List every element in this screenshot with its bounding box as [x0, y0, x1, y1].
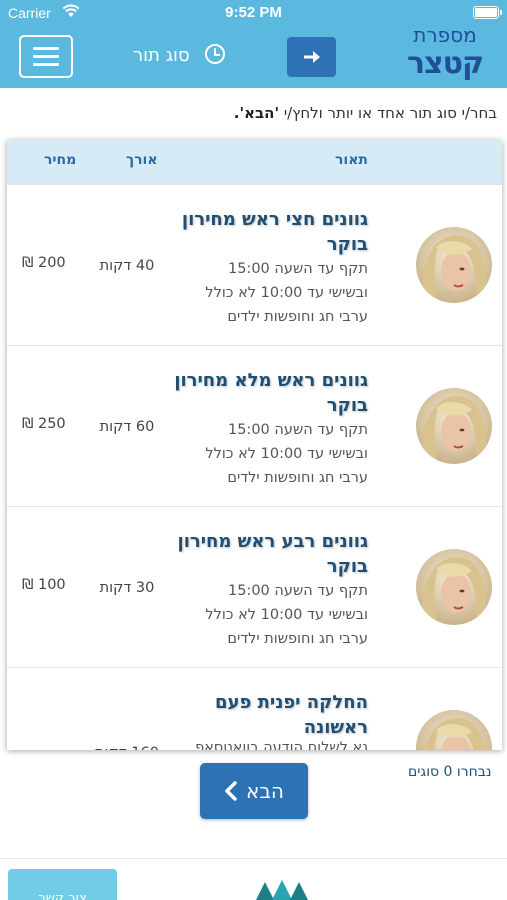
hamburger-line	[33, 47, 59, 50]
next-button-label: הבא	[246, 779, 284, 803]
service-price: 100 ₪	[22, 577, 66, 593]
table-row[interactable]: גוונים רבע ראש מחירון בוקר תקף עד השעה 15…	[7, 506, 502, 666]
service-description: תקף עד השעה 15:00 ובשישי עד 10:00 לא כולל…	[168, 257, 368, 329]
hamburger-line	[33, 55, 59, 58]
battery-icon	[473, 6, 502, 19]
service-length: 160 דקות	[87, 742, 167, 750]
service-length: 30 דקות	[99, 580, 155, 596]
next-button[interactable]: הבא	[200, 763, 308, 819]
service-price: 250 ₪	[22, 416, 66, 432]
service-name: גוונים ראש מלא מחירון בוקר	[174, 370, 368, 416]
service-price: 200 ₪	[22, 255, 66, 271]
column-header-description: תאור	[335, 152, 368, 168]
service-description-line: תקף עד השעה 15:00	[227, 261, 368, 277]
service-length: 60 דקות	[99, 419, 155, 435]
column-header-price: מחיר	[44, 152, 77, 168]
service-description-line: ערבי חג וחופשות ילדים	[227, 309, 368, 325]
contact-button-label: צור קשר	[38, 891, 87, 900]
table-row[interactable]: גוונים חצי ראש מחירון בוקר תקף עד השעה 15…	[7, 184, 502, 344]
hamburger-line	[33, 63, 59, 66]
brand-logo-icon	[256, 880, 308, 900]
service-description-line: תקף עד השעה 15:00	[227, 422, 368, 438]
service-description-line: נא לשלוח הודעה בוואטסאפ	[195, 740, 368, 750]
service-description-line: ובשישי עד 10:00 לא כולל	[205, 607, 368, 623]
logo-line-2: קטצר	[406, 46, 484, 81]
salon-logo: מספרת קטצר	[390, 23, 500, 85]
service-description: נא לשלוח הודעה בוואטסאפ	[168, 736, 368, 750]
logo-line-1: מספרת	[413, 23, 477, 47]
app-header: סוג תור מספרת קטצר	[0, 23, 507, 88]
table-row[interactable]: גוונים ראש מלא מחירון בוקר תקף עד השעה 15…	[7, 345, 502, 505]
service-description-line: ובשישי עד 10:00 לא כולל	[205, 446, 368, 462]
service-avatar	[416, 710, 492, 750]
service-avatar	[416, 388, 492, 464]
chevron-left-icon	[225, 781, 237, 801]
forward-button[interactable]	[287, 37, 336, 77]
service-name: החלקה יפנית פעם ראשונה	[214, 692, 368, 738]
service-description-line: תקף עד השעה 15:00	[227, 583, 368, 599]
menu-button[interactable]	[19, 35, 73, 78]
instruction-text: בחר/י סוג תור אחד או יותר ולחץ/י 'הבא'.	[10, 104, 497, 122]
page-title: סוג תור	[133, 45, 190, 66]
instruction-emphasis: 'הבא'.	[233, 104, 280, 122]
service-description-line: ערבי חג וחופשות ילדים	[227, 631, 368, 647]
column-header-length: אורך	[126, 152, 158, 168]
table-row[interactable]: החלקה יפנית פעם ראשונה נא לשלוח הודעה בוו…	[7, 667, 502, 750]
selected-count: נבחרו 0 סוגים	[408, 764, 492, 780]
service-description: תקף עד השעה 15:00 ובשישי עד 10:00 לא כולל…	[168, 418, 368, 490]
arrow-right-icon	[303, 51, 320, 63]
service-avatar	[416, 227, 492, 303]
contact-button[interactable]: צור קשר	[8, 869, 117, 900]
table-header: תאור אורך מחיר	[7, 140, 502, 184]
clock-icon	[205, 44, 225, 64]
service-name: גוונים חצי ראש מחירון בוקר	[181, 209, 368, 255]
service-length: 40 דקות	[99, 258, 155, 274]
service-avatar	[416, 549, 492, 625]
service-description: תקף עד השעה 15:00 ובשישי עד 10:00 לא כולל…	[168, 579, 368, 651]
services-table[interactable]: תאור אורך מחיר גוונים חצי ראש מחירון בוק…	[7, 140, 502, 750]
service-description-line: ערבי חג וחופשות ילדים	[227, 470, 368, 486]
instruction-prefix: בחר/י סוג תור אחד או יותר ולחץ/י	[279, 104, 497, 122]
service-description-line: ובשישי עד 10:00 לא כולל	[205, 285, 368, 301]
divider	[0, 858, 507, 859]
service-name: גוונים רבע ראש מחירון בוקר	[177, 531, 368, 577]
clock-time: 9:52 PM	[225, 4, 282, 21]
